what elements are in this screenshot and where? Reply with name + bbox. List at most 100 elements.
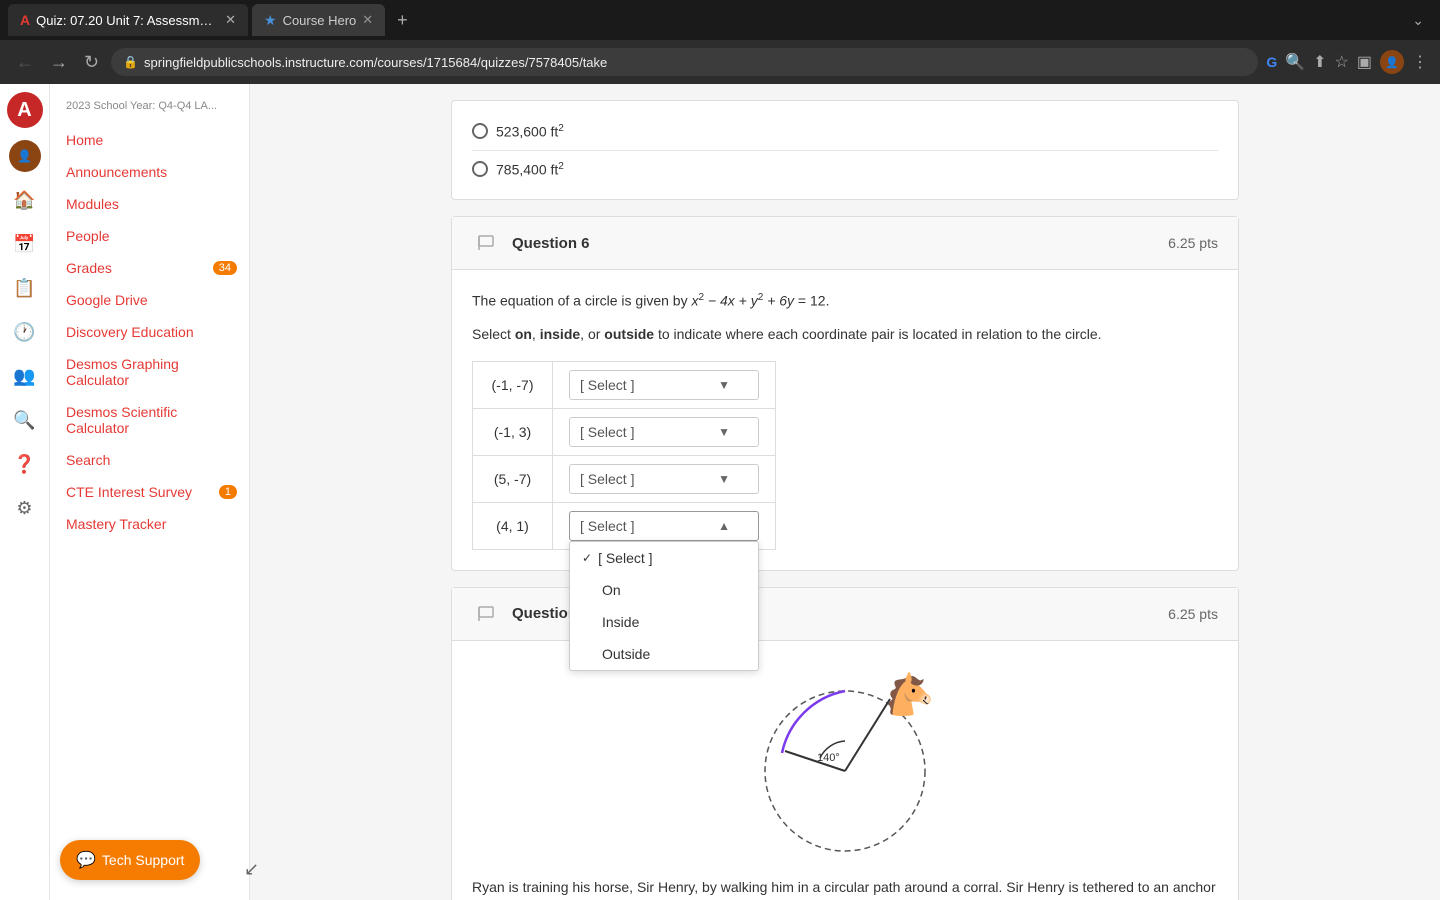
sidebar-item-grades[interactable]: Grades 34	[50, 252, 249, 284]
option-785400-label: 785,400 ft2	[496, 161, 564, 178]
sidebar-school: 2023 School Year: Q4-Q4 LA...	[50, 96, 249, 124]
user-avatar[interactable]: 👤	[1380, 50, 1404, 74]
nav-settings[interactable]: ⚙	[5, 488, 45, 528]
select-1-value: [ Select ]	[580, 377, 634, 393]
sidebar-item-discovery[interactable]: Discovery Education	[50, 316, 249, 348]
coordinate-table: (-1, -7) [ Select ] ▼	[472, 361, 776, 550]
new-tab-button[interactable]: +	[389, 7, 416, 33]
horse-silhouette: 🐴	[885, 671, 935, 718]
select-wrapper-3[interactable]: [ Select ] ▼	[569, 464, 759, 494]
sidebar-item-googledrive[interactable]: Google Drive	[50, 284, 249, 316]
sidebar-item-people[interactable]: People	[50, 220, 249, 252]
question-6-equation-text: The equation of a circle is given by x2 …	[472, 290, 1218, 312]
nav-help[interactable]: ❓	[5, 444, 45, 484]
coord-4: (4, 1)	[473, 502, 553, 549]
bookmark-icon[interactable]: ☆	[1335, 52, 1349, 72]
coord-3: (5, -7)	[473, 455, 553, 502]
forward-button[interactable]: →	[46, 48, 72, 77]
select-wrapper-4[interactable]: [ Select ] ▲ ✓ [ Select ]	[569, 511, 759, 541]
browser-chrome: A Quiz: 07.20 Unit 7: Assessmen... ✕ ★ C…	[0, 0, 1440, 84]
canvas-logo[interactable]: A	[7, 92, 43, 128]
select-4-value: [ Select ]	[580, 518, 634, 534]
tab-close-coursehero[interactable]: ✕	[362, 12, 373, 28]
select-cell-3[interactable]: [ Select ] ▼	[553, 455, 776, 502]
dropdown-item-on[interactable]: On	[570, 574, 758, 606]
select-3[interactable]: [ Select ] ▼	[569, 464, 759, 494]
dropdown-item-select[interactable]: ✓ [ Select ]	[570, 542, 758, 574]
dropdown-item-label: Inside	[602, 614, 639, 630]
sidebar-item-desmos-scientific[interactable]: Desmos Scientific Calculator	[50, 396, 249, 444]
sidebar: 2023 School Year: Q4-Q4 LA... Home Annou…	[50, 84, 250, 900]
address-bar: ← → ↻ 🔒 springfieldpublicschools.instruc…	[0, 40, 1440, 84]
dropdown-item-outside[interactable]: Outside	[570, 638, 758, 670]
sidebar-item-cte[interactable]: CTE Interest Survey 1	[50, 476, 249, 508]
question-6-body: The equation of a circle is given by x2 …	[452, 270, 1238, 570]
sidebar-item-mastery[interactable]: Mastery Tracker	[50, 508, 249, 540]
option-785400[interactable]: 785,400 ft2	[472, 155, 1218, 184]
select-1[interactable]: [ Select ] ▼	[569, 370, 759, 400]
select-wrapper-1[interactable]: [ Select ] ▼	[569, 370, 759, 400]
collapse-sidebar-button[interactable]: ↙	[244, 859, 259, 880]
nav-search[interactable]: 🔍	[5, 400, 45, 440]
table-row: (-1, -7) [ Select ] ▼	[473, 361, 776, 408]
sidebar-item-home[interactable]: Home	[50, 124, 249, 156]
tab-favicon-quiz: A	[20, 12, 30, 28]
select-2-value: [ Select ]	[580, 424, 634, 440]
question-area: 523,600 ft2 785,400 ft2	[435, 84, 1255, 900]
question-6-instruction: Select on, inside, or outside to indicat…	[472, 324, 1218, 345]
nav-people[interactable]: 👥	[5, 356, 45, 396]
chat-icon: 💬	[76, 850, 96, 870]
profile-window-icon[interactable]: ▣	[1357, 52, 1372, 72]
sidebar-item-desmos-graphing[interactable]: Desmos Graphing Calculator	[50, 348, 249, 396]
tab-title-quiz: Quiz: 07.20 Unit 7: Assessmen...	[36, 13, 219, 28]
tab-close-quiz[interactable]: ✕	[225, 12, 236, 28]
tab-quiz[interactable]: A Quiz: 07.20 Unit 7: Assessmen... ✕	[8, 4, 248, 36]
tab-coursehero[interactable]: ★ Course Hero ✕	[252, 4, 385, 36]
question-7-flag[interactable]	[472, 600, 500, 628]
dropdown-menu-4: ✓ [ Select ] On	[569, 541, 759, 671]
nav-history[interactable]: 🕐	[5, 312, 45, 352]
share-icon[interactable]: ⬆	[1313, 52, 1326, 72]
select-wrapper-2[interactable]: [ Select ] ▼	[569, 417, 759, 447]
nav-inbox[interactable]: 📋	[5, 268, 45, 308]
nav-dashboard[interactable]: 🏠	[5, 180, 45, 220]
chevron-down-icon: ▼	[718, 472, 730, 486]
tab-bar: A Quiz: 07.20 Unit 7: Assessmen... ✕ ★ C…	[0, 0, 1440, 40]
sidebar-item-announcements[interactable]: Announcements	[50, 156, 249, 188]
select-cell-4[interactable]: [ Select ] ▲ ✓ [ Select ]	[553, 502, 776, 549]
reload-button[interactable]: ↻	[80, 48, 103, 77]
coord-2: (-1, 3)	[473, 408, 553, 455]
back-button[interactable]: ←	[12, 48, 38, 77]
url-text: springfieldpublicschools.instructure.com…	[144, 55, 1246, 70]
radio-523600[interactable]	[472, 123, 488, 139]
radio-785400[interactable]	[472, 161, 488, 177]
question-7-pts: 6.25 pts	[1168, 606, 1218, 622]
grades-badge: 34	[213, 261, 237, 275]
google-icon[interactable]: G	[1266, 54, 1277, 70]
tab-favicon-coursehero: ★	[264, 12, 277, 29]
chevron-up-icon: ▲	[718, 519, 730, 533]
tech-support-button[interactable]: 💬 Tech Support	[60, 840, 200, 880]
question-6-flag[interactable]	[472, 229, 500, 257]
sidebar-item-modules[interactable]: Modules	[50, 188, 249, 220]
option-523600[interactable]: 523,600 ft2	[472, 117, 1218, 146]
sidebar-item-search[interactable]: Search	[50, 444, 249, 476]
user-avatar-nav[interactable]: 👤	[5, 136, 45, 176]
select-cell-1[interactable]: [ Select ] ▼	[553, 361, 776, 408]
check-icon: ✓	[582, 551, 592, 565]
menu-icon[interactable]: ⋮	[1412, 52, 1428, 72]
question-6-header: Question 6 6.25 pts	[452, 217, 1238, 270]
dropdown-item-inside[interactable]: Inside	[570, 606, 758, 638]
app-container: A 👤 🏠 📅 📋 🕐 👥 🔍 ❓ ⚙ 2023 School Year: Q4…	[0, 84, 1440, 900]
question-7-body: 140° 🐴 Ryan is training his horse, Sir H…	[452, 641, 1238, 900]
tab-bar-menu[interactable]: ⌄	[1404, 8, 1432, 33]
nav-calendar[interactable]: 📅	[5, 224, 45, 264]
search-lens-icon[interactable]: 🔍	[1285, 52, 1305, 72]
select-2[interactable]: [ Select ] ▼	[569, 417, 759, 447]
table-row: (-1, 3) [ Select ] ▼	[473, 408, 776, 455]
prev-question-options: 523,600 ft2 785,400 ft2	[451, 100, 1239, 200]
select-cell-2[interactable]: [ Select ] ▼	[553, 408, 776, 455]
select-4[interactable]: [ Select ] ▲	[569, 511, 759, 541]
table-row: (5, -7) [ Select ] ▼	[473, 455, 776, 502]
url-bar[interactable]: 🔒 springfieldpublicschools.instructure.c…	[111, 48, 1258, 76]
